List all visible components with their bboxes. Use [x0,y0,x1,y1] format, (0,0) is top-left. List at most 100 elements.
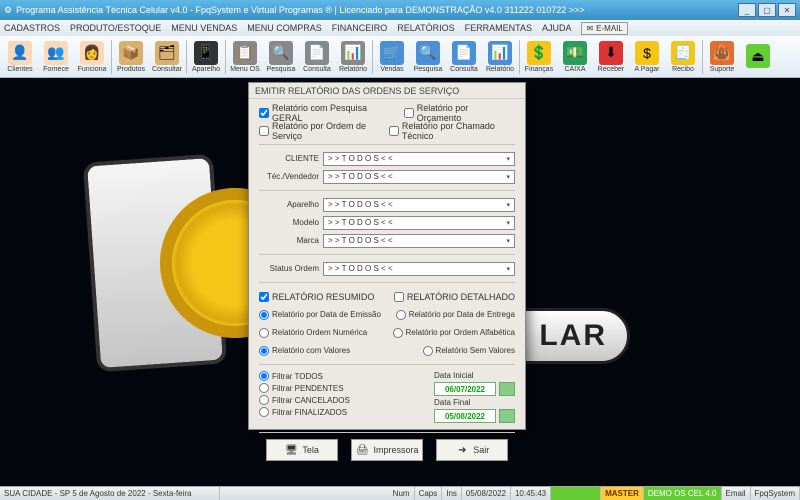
menu-compras[interactable]: MENU COMPRAS [247,23,322,33]
menu-vendas[interactable]: MENU VENDAS [171,23,237,33]
status-num: Num [389,487,415,500]
radio-sem-valores[interactable]: Relatório Sem Valores [423,346,515,356]
label-vendedor: Téc./Vendedor [259,172,319,181]
email-button[interactable]: ✉E-MAIL [581,22,627,35]
toolbar-fornece[interactable]: 👥Fornece [38,37,74,77]
toolbar-a pagar[interactable]: $A Pagar [629,37,665,77]
window-titlebar: ⚙ Programa Assistência Técnica Celular v… [0,0,800,20]
app-icon: ⚙ [4,5,12,16]
toolbar-label: Receber [598,66,624,73]
toolbar-finanças[interactable]: 💲Finanças [521,37,557,77]
toolbar-receber[interactable]: ⬇Receber [593,37,629,77]
menu-ajuda[interactable]: AJUDA [542,23,572,33]
toolbar-recibo[interactable]: 🧾Recibo [665,37,701,77]
suporte-icon: 👜 [710,41,734,65]
check-ordem-servico[interactable]: Relatório por Ordem de Serviço [259,121,385,141]
select-status[interactable]: > > T O D O S < < [323,262,515,276]
toolbar-funciona[interactable]: 👩Funciona [74,37,110,77]
toolbar-pesquisa[interactable]: 🔍Pesquisa [410,37,446,77]
toolbar-label: Finanças [525,66,553,73]
minimize-button[interactable]: _ [738,3,756,17]
tela-button[interactable]: 🖥Tela [266,439,338,461]
radio-emissao[interactable]: Relatório por Data de Emissão [259,310,381,320]
status-email: Email [722,487,751,500]
toolbar-pesquisa[interactable]: 🔍Pesquisa [263,37,299,77]
toolbar-label: Pesquisa [414,66,443,73]
report-dialog: EMITIR RELATÓRIO DAS ORDENS DE SERVIÇO R… [248,82,526,430]
radio-numerica[interactable]: Relatório Ordem Numérica [259,328,367,338]
sair-button[interactable]: ➜Sair [436,439,508,461]
toolbar-exit[interactable]: ⏏ [740,37,776,77]
menu-financeiro[interactable]: FINANCEIRO [332,23,388,33]
status-time: 10:45:43 [511,487,551,500]
statusbar: SUA CIDADE - SP 5 de Agosto de 2022 - Se… [0,486,800,500]
select-aparelho[interactable]: > > T O D O S < < [323,198,515,212]
radio-filtrar-finalizados[interactable]: Filtrar FINALIZADOS [259,407,430,417]
main-toolbar: 👤Clientes👥Fornece👩Funciona📦Produtos🗂Cons… [0,36,800,78]
fornece-icon: 👥 [44,41,68,65]
toolbar-clientes[interactable]: 👤Clientes [2,37,38,77]
recibo-icon: 🧾 [671,41,695,65]
impressora-button[interactable]: 🖨Impressora [351,439,423,461]
menubar: CADASTROS PRODUTO/ESTOQUE MENU VENDAS ME… [0,20,800,36]
status-location: SUA CIDADE - SP 5 de Agosto de 2022 - Se… [0,487,220,500]
toolbar-relatório[interactable]: 📊Relatório [335,37,371,77]
maximize-button[interactable]: ▢ [758,3,776,17]
toolbar-relatório[interactable]: 📊Relatório [482,37,518,77]
radio-filtrar-pendentes[interactable]: Filtrar PENDENTES [259,383,430,393]
select-vendedor[interactable]: > > T O D O S < < [323,170,515,184]
toolbar-consultar[interactable]: 🗂Consultar [149,37,185,77]
radio-alfabetica[interactable]: Relatório por Ordem Alfabética [393,328,515,338]
status-ins: Ins [442,487,462,500]
pesquisa-icon: 🔍 [416,41,440,65]
toolbar-label: Relatório [339,66,367,73]
produtos-icon: 📦 [119,41,143,65]
toolbar-label: Produtos [117,66,145,73]
menu-produto[interactable]: PRODUTO/ESTOQUE [70,23,161,33]
radio-com-valores[interactable]: Relatório com Valores [259,346,350,356]
input-data-inicial[interactable] [434,382,496,396]
select-cliente[interactable]: > > T O D O S < < [323,152,515,166]
toolbar-label: Fornece [43,66,69,73]
toolbar-vendas[interactable]: 🛒Vendas [374,37,410,77]
toolbar-consulta[interactable]: 📄Consulta [446,37,482,77]
caixa-icon: 💵 [563,41,587,65]
toolbar-aparelho[interactable]: 📱Aparelho [188,37,224,77]
calendar-button-final[interactable] [499,409,515,423]
check-detalhado[interactable]: RELATÓRIO DETALHADO [394,292,515,302]
menu-relatorios[interactable]: RELATÓRIOS [397,23,454,33]
a pagar-icon: $ [635,41,659,65]
input-data-final[interactable] [434,409,496,423]
status-demo: DEMO OS CEL 4.0 [644,487,722,500]
check-resumido[interactable]: RELATÓRIO RESUMIDO [259,292,374,302]
status-master: MASTER [601,487,644,500]
select-marca[interactable]: > > T O D O S < < [323,234,515,248]
toolbar-label: Relatório [486,66,514,73]
toolbar-consulta[interactable]: 📄Consulta [299,37,335,77]
window-title: Programa Assistência Técnica Celular v4.… [16,5,738,15]
select-modelo[interactable]: > > T O D O S < < [323,216,515,230]
exit-icon: ➜ [455,443,469,457]
toolbar-label: A Pagar [635,66,660,73]
check-orcamento[interactable]: Relatório por Orçamento [404,103,515,123]
check-pesquisa-geral[interactable]: Relatório com Pesquisa GERAL [259,103,400,123]
toolbar-label: Recibo [672,66,694,73]
menu os-icon: 📋 [233,41,257,65]
radio-filtrar-todos[interactable]: Filtrar TODOS [259,371,430,381]
toolbar-caixa[interactable]: 💵CAIXA [557,37,593,77]
toolbar-produtos[interactable]: 📦Produtos [113,37,149,77]
toolbar-suporte[interactable]: 👜Suporte [704,37,740,77]
calendar-button-inicial[interactable] [499,382,515,396]
toolbar-label: Clientes [7,66,32,73]
toolbar-label: CAIXA [564,66,585,73]
toolbar-menu os[interactable]: 📋Menu OS [227,37,263,77]
aparelho-icon: 📱 [194,41,218,65]
radio-filtrar-cancelados[interactable]: Filtrar CANCELADOS [259,395,430,405]
menu-ferramentas[interactable]: FERRAMENTAS [465,23,532,33]
label-data-inicial: Data Inicial [434,371,486,380]
label-marca: Marca [259,236,319,245]
radio-entrega[interactable]: Relatório por Data de Entrega [396,310,515,320]
close-button[interactable]: ✕ [778,3,796,17]
check-chamado-tecnico[interactable]: Relatório por Chamado Técnico [389,121,515,141]
menu-cadastros[interactable]: CADASTROS [4,23,60,33]
